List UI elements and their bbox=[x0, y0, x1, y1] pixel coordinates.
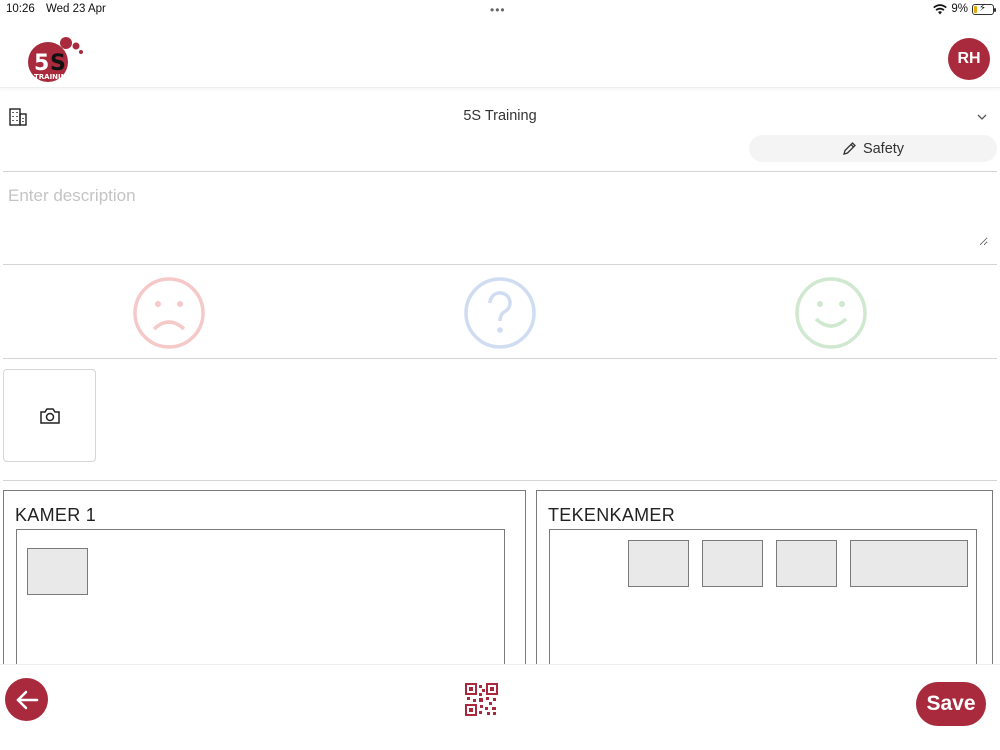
divider bbox=[3, 171, 997, 172]
multitask-dots-icon[interactable]: ••• bbox=[490, 3, 506, 17]
plan-zone[interactable] bbox=[628, 540, 689, 587]
room-card[interactable]: TEKENKAMER bbox=[536, 490, 993, 680]
app-header: 5 S TRAINING RH bbox=[0, 22, 1000, 88]
sad-face-icon[interactable] bbox=[131, 275, 207, 351]
pencil-icon bbox=[842, 142, 856, 155]
chevron-down-icon[interactable] bbox=[976, 111, 988, 123]
qr-code-icon[interactable] bbox=[465, 683, 498, 716]
floor-plan bbox=[16, 529, 505, 679]
happy-face-icon[interactable] bbox=[793, 275, 869, 351]
floor-plan bbox=[549, 529, 977, 679]
status-date: Wed 23 Apr bbox=[45, 3, 106, 15]
wifi-icon bbox=[933, 3, 948, 14]
logo[interactable]: 5 S TRAINING bbox=[26, 34, 86, 84]
status-time: 10:26 bbox=[6, 3, 35, 15]
category-button[interactable]: Safety bbox=[749, 135, 997, 162]
arrow-left-icon bbox=[16, 690, 38, 709]
location-name: 5S Training bbox=[463, 108, 537, 124]
question-icon[interactable] bbox=[462, 275, 538, 351]
plan-zone[interactable] bbox=[27, 548, 88, 595]
divider bbox=[3, 358, 997, 359]
room-title: TEKENKAMER bbox=[548, 505, 676, 525]
battery-icon: ⚡ bbox=[972, 3, 996, 15]
camera-icon bbox=[39, 407, 60, 424]
bottom-toolbar: Save bbox=[0, 664, 1000, 750]
plan-zone[interactable] bbox=[702, 540, 763, 587]
inspection-screen: 10:26 Wed 23 Apr ••• 9% ⚡ 5 S TRAINING R… bbox=[0, 0, 1000, 750]
save-button[interactable]: Save bbox=[916, 682, 986, 726]
divider bbox=[3, 264, 997, 265]
back-button[interactable] bbox=[5, 678, 48, 721]
user-avatar[interactable]: RH bbox=[948, 38, 990, 80]
location-selector[interactable]: 5S Training bbox=[0, 100, 1000, 134]
category-label: Safety bbox=[862, 140, 905, 157]
divider bbox=[3, 480, 997, 481]
svg-text:TRAINING: TRAINING bbox=[34, 73, 73, 81]
plan-zone[interactable] bbox=[776, 540, 837, 587]
status-bar: 10:26 Wed 23 Apr ••• 9% ⚡ bbox=[0, 0, 1000, 20]
plan-zone[interactable] bbox=[850, 540, 968, 587]
room-card[interactable]: KAMER 1 bbox=[3, 490, 526, 680]
battery-percent: 9% bbox=[951, 3, 968, 15]
add-photo-button[interactable] bbox=[3, 369, 96, 462]
description-input[interactable] bbox=[8, 186, 988, 246]
room-title: KAMER 1 bbox=[15, 505, 97, 525]
